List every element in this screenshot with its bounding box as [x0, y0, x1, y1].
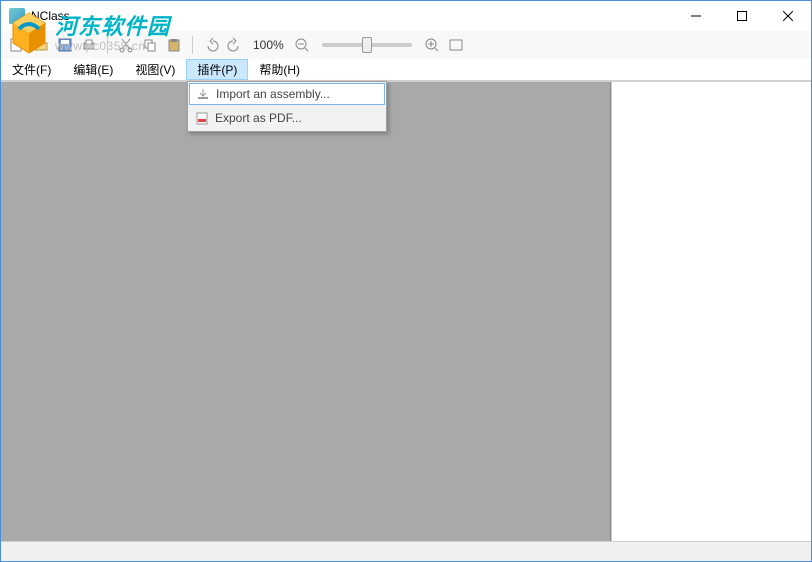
minimize-icon: [691, 11, 701, 21]
zoom-out-icon[interactable]: [292, 35, 312, 55]
titlebar: NClass: [1, 1, 811, 31]
paste-icon[interactable]: [164, 35, 184, 55]
app-icon: [9, 8, 25, 24]
menu-item-export-pdf[interactable]: Export as PDF...: [189, 106, 385, 130]
diagram-canvas[interactable]: [1, 82, 611, 541]
redo-icon[interactable]: [225, 35, 245, 55]
toolbar-separator: [192, 36, 193, 54]
menu-item-import-assembly[interactable]: Import an assembly...: [189, 83, 385, 105]
statusbar: [1, 541, 811, 561]
maximize-button[interactable]: [719, 1, 765, 31]
menu-edit[interactable]: 编辑(E): [62, 59, 124, 80]
menu-item-label: Export as PDF...: [215, 111, 302, 125]
toolbar-separator: [107, 36, 108, 54]
save-icon[interactable]: [55, 35, 75, 55]
copy-icon[interactable]: [140, 35, 160, 55]
zoom-slider[interactable]: [322, 43, 412, 47]
fit-icon[interactable]: [446, 35, 466, 55]
plugins-dropdown: Import an assembly... Export as PDF...: [187, 81, 387, 132]
menu-item-label: Import an assembly...: [216, 87, 330, 101]
menu-view[interactable]: 视图(V): [124, 59, 186, 80]
maximize-icon: [737, 11, 747, 21]
close-button[interactable]: [765, 1, 811, 31]
open-icon[interactable]: [31, 35, 51, 55]
menu-plugins[interactable]: 插件(P): [186, 59, 248, 80]
new-icon[interactable]: [7, 35, 27, 55]
minimize-button[interactable]: [673, 1, 719, 31]
zoom-slider-thumb[interactable]: [362, 37, 372, 53]
close-icon: [783, 11, 793, 21]
window-controls: [673, 1, 811, 31]
menu-file[interactable]: 文件(F): [1, 59, 62, 80]
print-icon[interactable]: [79, 35, 99, 55]
side-panel: [611, 82, 811, 541]
undo-icon[interactable]: [201, 35, 221, 55]
menubar: 文件(F) 编辑(E) 视图(V) 插件(P) 帮助(H): [1, 59, 811, 81]
content-area: [1, 81, 811, 541]
import-icon: [190, 87, 216, 101]
window-title: NClass: [31, 9, 673, 23]
cut-icon[interactable]: [116, 35, 136, 55]
toolbar: 100%: [1, 31, 811, 59]
zoom-level: 100%: [253, 38, 284, 52]
pdf-icon: [189, 111, 215, 125]
zoom-in-icon[interactable]: [422, 35, 442, 55]
menu-help[interactable]: 帮助(H): [248, 59, 311, 80]
app-window: NClass 100%: [0, 0, 812, 562]
